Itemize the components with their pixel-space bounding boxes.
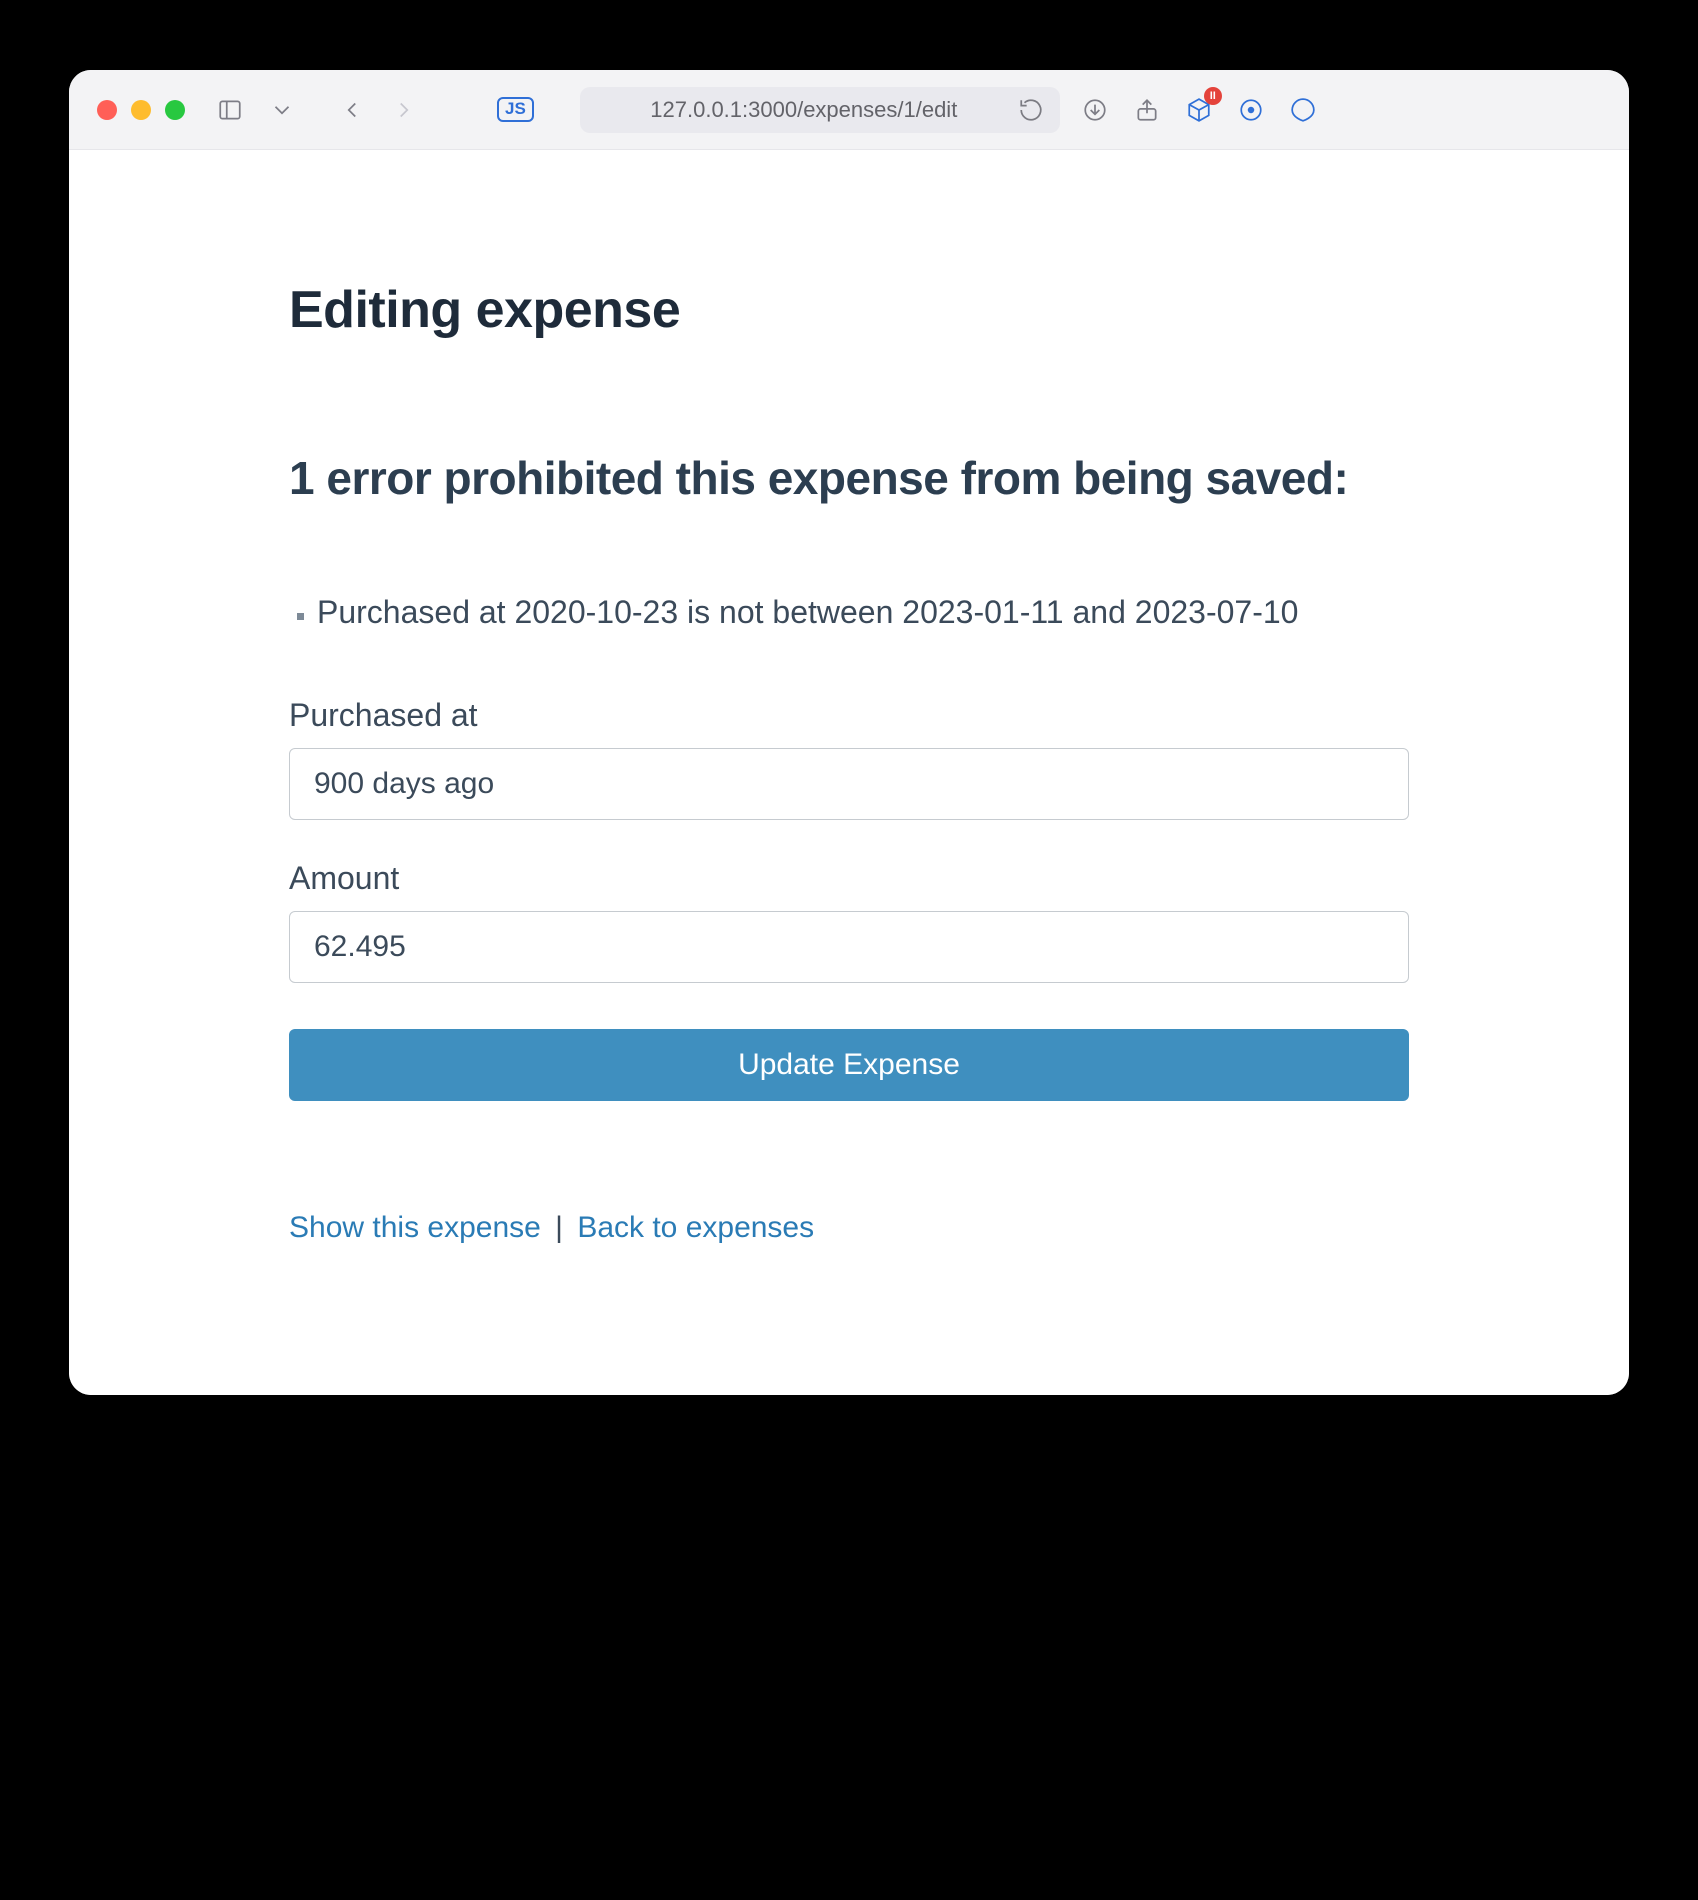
close-window-button[interactable] [97, 100, 117, 120]
sidebar-toggle-icon[interactable] [213, 93, 247, 127]
amount-field: Amount [289, 860, 1409, 983]
address-bar[interactable]: 127.0.0.1:3000/expenses/1/edit [580, 87, 1060, 133]
error-list-item: Purchased at 2020-10-23 is not between 2… [317, 588, 1409, 638]
extension-badge-count: II [1204, 87, 1222, 105]
error-heading: 1 error prohibited this expense from bei… [289, 450, 1409, 508]
cube-extension-icon[interactable]: II [1182, 93, 1216, 127]
error-list: Purchased at 2020-10-23 is not between 2… [289, 588, 1409, 638]
link-separator: | [549, 1211, 569, 1244]
page-title: Editing expense [289, 280, 1409, 340]
update-expense-button[interactable]: Update Expense [289, 1029, 1409, 1101]
js-extension-badge[interactable]: JS [497, 97, 534, 122]
show-expense-link[interactable]: Show this expense [289, 1211, 541, 1244]
address-bar-url: 127.0.0.1:3000/expenses/1/edit [650, 97, 957, 123]
purchased-at-label: Purchased at [289, 697, 1409, 734]
tab-groups-chevron-icon[interactable] [265, 93, 299, 127]
browser-toolbar: JS 127.0.0.1:3000/expenses/1/edit II [69, 70, 1629, 150]
purchased-at-field: Purchased at [289, 697, 1409, 820]
page-body: Editing expense 1 error prohibited this … [69, 150, 1629, 1395]
ublock-extension-icon[interactable] [1286, 93, 1320, 127]
amount-label: Amount [289, 860, 1409, 897]
amount-input[interactable] [289, 911, 1409, 983]
minimize-window-button[interactable] [131, 100, 151, 120]
browser-window: JS 127.0.0.1:3000/expenses/1/edit II Edi… [69, 70, 1629, 1395]
window-controls [97, 100, 185, 120]
back-to-expenses-link[interactable]: Back to expenses [577, 1211, 814, 1244]
downloads-icon[interactable] [1078, 93, 1112, 127]
back-button-icon[interactable] [335, 93, 369, 127]
share-icon[interactable] [1130, 93, 1164, 127]
password-manager-icon[interactable] [1234, 93, 1268, 127]
purchased-at-input[interactable] [289, 748, 1409, 820]
footer-links: Show this expense | Back to expenses [289, 1211, 1409, 1245]
expense-form: Purchased at Amount Update Expense [289, 697, 1409, 1101]
forward-button-icon [387, 93, 421, 127]
zoom-window-button[interactable] [165, 100, 185, 120]
reload-icon[interactable] [1014, 93, 1048, 127]
